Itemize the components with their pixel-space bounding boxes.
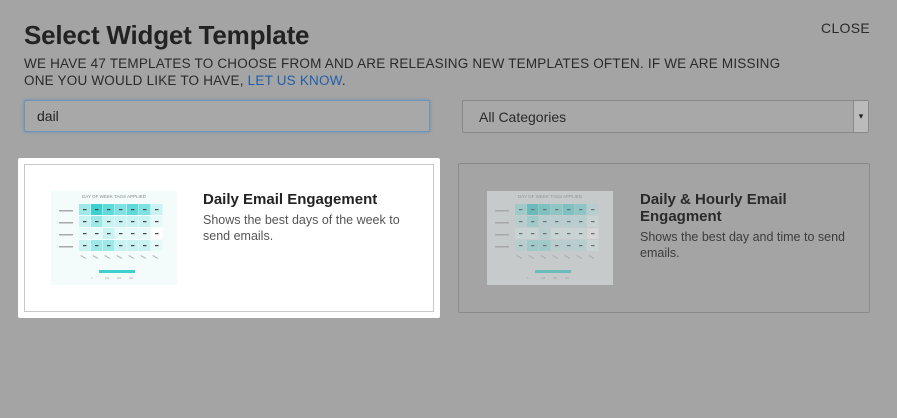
- category-select-value: All Categories: [479, 109, 567, 125]
- description-end: .: [341, 73, 346, 88]
- heatmap-thumbnail: DAY OF WEEK TAGS APPLIED 0 100 200 300: [487, 191, 613, 285]
- card-title: Daily Email Engagement: [203, 191, 378, 208]
- svg-text:100: 100: [105, 277, 110, 280]
- category-select[interactable]: All Categories ▾: [462, 100, 869, 133]
- description-text: WE HAVE 47 TEMPLATES TO CHOOSE FROM AND …: [24, 56, 781, 88]
- chevron-down-icon[interactable]: ▾: [853, 101, 868, 132]
- search-input[interactable]: [24, 100, 430, 132]
- close-button[interactable]: CLOSE: [821, 20, 870, 36]
- heatmap-thumbnail: DAY OF WEEK TAGS APPLIED 0 100 200 300: [51, 191, 177, 285]
- dialog-description: WE HAVE 47 TEMPLATES TO CHOOSE FROM AND …: [24, 55, 784, 89]
- svg-text:200: 200: [553, 277, 558, 280]
- card-description: Shows the best days of the week to send …: [203, 213, 400, 243]
- thumbnail-title: DAY OF WEEK TAGS APPLIED: [518, 194, 583, 199]
- template-card-daily-email-engagement[interactable]: DAY OF WEEK TAGS APPLIED 0 100 200 300 Dail…: [18, 158, 440, 318]
- let-us-know-link[interactable]: LET US KNOW: [248, 73, 342, 88]
- card-description: Shows the best day and time to send emai…: [640, 230, 845, 260]
- thumbnail-title: DAY OF WEEK TAGS APPLIED: [82, 194, 147, 199]
- template-card-daily-hourly-email-engagement[interactable]: DAY OF WEEK TAGS APPLIED 0 100 200 300 Dail…: [458, 163, 870, 313]
- svg-text:100: 100: [541, 277, 546, 280]
- dialog-title: Select Widget Template: [24, 20, 310, 50]
- svg-text:300: 300: [129, 277, 134, 280]
- svg-text:300: 300: [565, 277, 570, 280]
- card-title: Daily & Hourly Email Engagment: [640, 191, 787, 225]
- svg-text:200: 200: [117, 277, 122, 280]
